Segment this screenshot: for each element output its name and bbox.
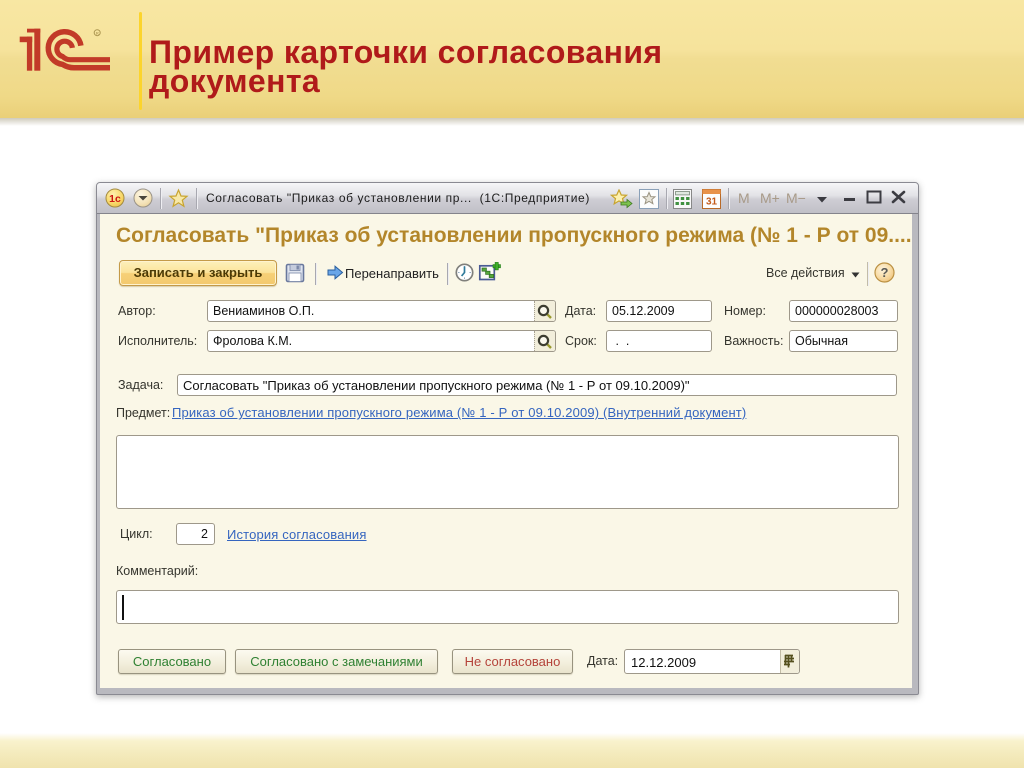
svg-text:?: ? [881, 265, 889, 280]
svg-text:31: 31 [706, 197, 718, 208]
svg-text:1с: 1с [109, 193, 121, 205]
